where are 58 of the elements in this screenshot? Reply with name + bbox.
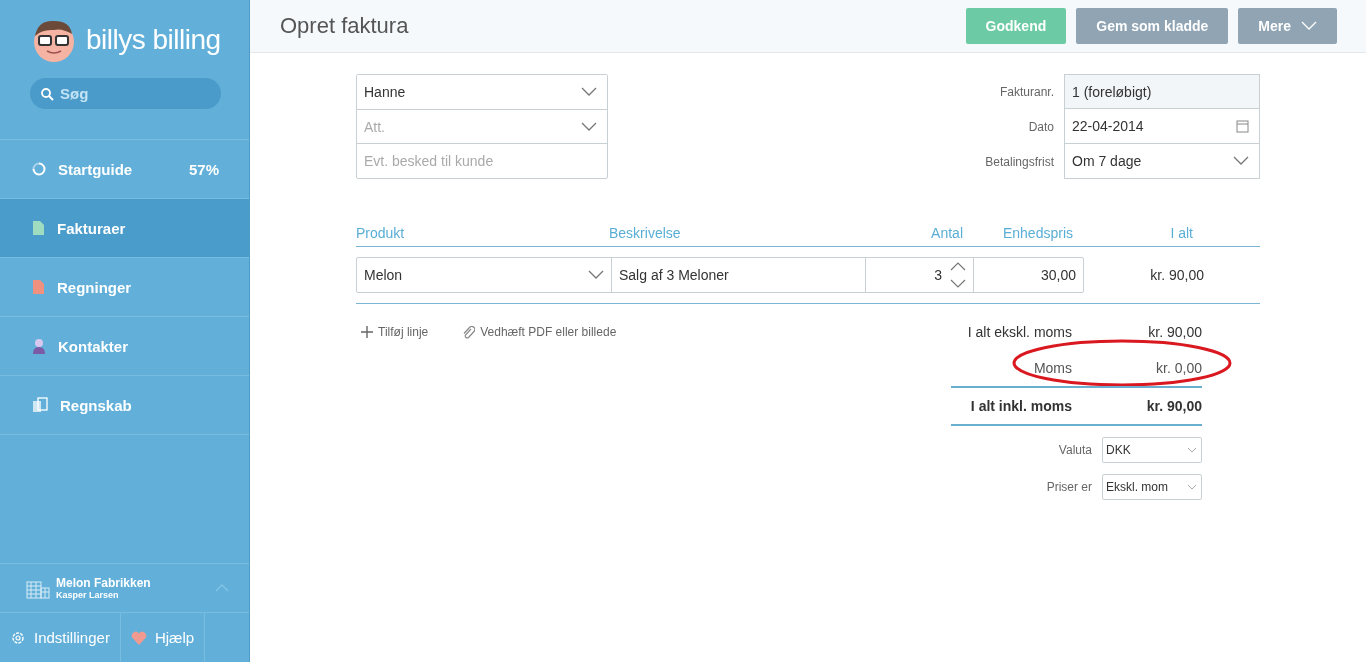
column-header: I alt — [1169, 225, 1194, 241]
more-dropdown-button[interactable]: Mere — [1238, 8, 1337, 44]
nav-item[interactable]: Fakturaer — [0, 199, 249, 258]
document-icon — [32, 220, 45, 236]
search-field[interactable]: Søg — [30, 78, 221, 109]
nav-item[interactable]: Regninger — [0, 258, 249, 317]
chevron-down-icon — [581, 87, 597, 97]
total-label: I alt ekskl. moms — [966, 324, 1072, 340]
approve-button[interactable]: Godkend — [965, 8, 1067, 44]
total-value: kr. 90,00 — [1145, 398, 1202, 414]
chevron-down-icon — [1301, 21, 1317, 31]
column-header: Beskrivelse — [609, 225, 682, 241]
documents-icon — [32, 397, 48, 413]
select-field[interactable]: DKK — [1102, 437, 1202, 463]
heart-icon — [130, 629, 147, 646]
total-value: kr. 0,00 — [1155, 360, 1202, 376]
paperclip-icon — [462, 325, 476, 339]
footer-link[interactable]: Hjælp — [120, 613, 206, 662]
field-label: Betalingsfrist — [985, 154, 1054, 169]
calendar-icon[interactable] — [1236, 119, 1249, 133]
select-field[interactable]: Om 7 dage — [1064, 144, 1260, 179]
nav-item[interactable]: Regnskab — [0, 376, 249, 435]
nav-item[interactable]: Kontakter — [0, 317, 249, 376]
field-label: Dato — [1027, 119, 1054, 134]
page-title: Opret faktura — [280, 13, 410, 39]
add-line-link[interactable]: Tilføj linje — [361, 325, 429, 339]
total-label: Moms — [1032, 360, 1072, 376]
footer-link[interactable]: Indstillinger — [0, 613, 121, 662]
attach-link[interactable]: Vedhæft PDF eller billede — [462, 325, 617, 339]
plus-icon — [361, 326, 373, 338]
total-label: I alt inkl. moms — [969, 398, 1072, 414]
column-header: Antal — [930, 225, 964, 241]
chevron-down-icon — [1233, 156, 1249, 166]
column-header: Produkt — [356, 225, 406, 241]
total-value: kr. 90,00 — [1147, 324, 1202, 340]
gear-icon — [10, 629, 26, 646]
logo-text: billys billing — [86, 24, 221, 56]
chevron-down-icon — [1187, 447, 1197, 453]
search-icon — [40, 87, 54, 101]
progress-ring-icon — [32, 162, 46, 176]
logo-icon — [32, 18, 76, 62]
field-label: Fakturanr. — [998, 84, 1054, 99]
document-icon — [32, 279, 45, 295]
column-header: Enhedspris — [1001, 225, 1074, 241]
chevron-down-icon — [581, 121, 597, 132]
readonly-field: 1 (foreløbigt) — [1064, 74, 1260, 109]
select-field[interactable]: Ekskl. mom — [1102, 474, 1202, 500]
chevron-down-icon — [1187, 484, 1197, 490]
field-label: Priser er — [1045, 480, 1092, 494]
field-label: Valuta — [1057, 443, 1092, 457]
line-total: kr. 90,00 — [1149, 267, 1204, 283]
progress-percent: 57% — [188, 160, 219, 178]
company-name: Melon Fabrikken — [56, 576, 152, 590]
date-field[interactable]: 22-04-2014 — [1064, 109, 1260, 144]
person-icon — [32, 338, 46, 354]
user-name: Kasper Larsen — [56, 590, 120, 600]
chevron-up-icon[interactable] — [215, 584, 229, 592]
save-draft-button[interactable]: Gem som kladde — [1076, 8, 1229, 44]
